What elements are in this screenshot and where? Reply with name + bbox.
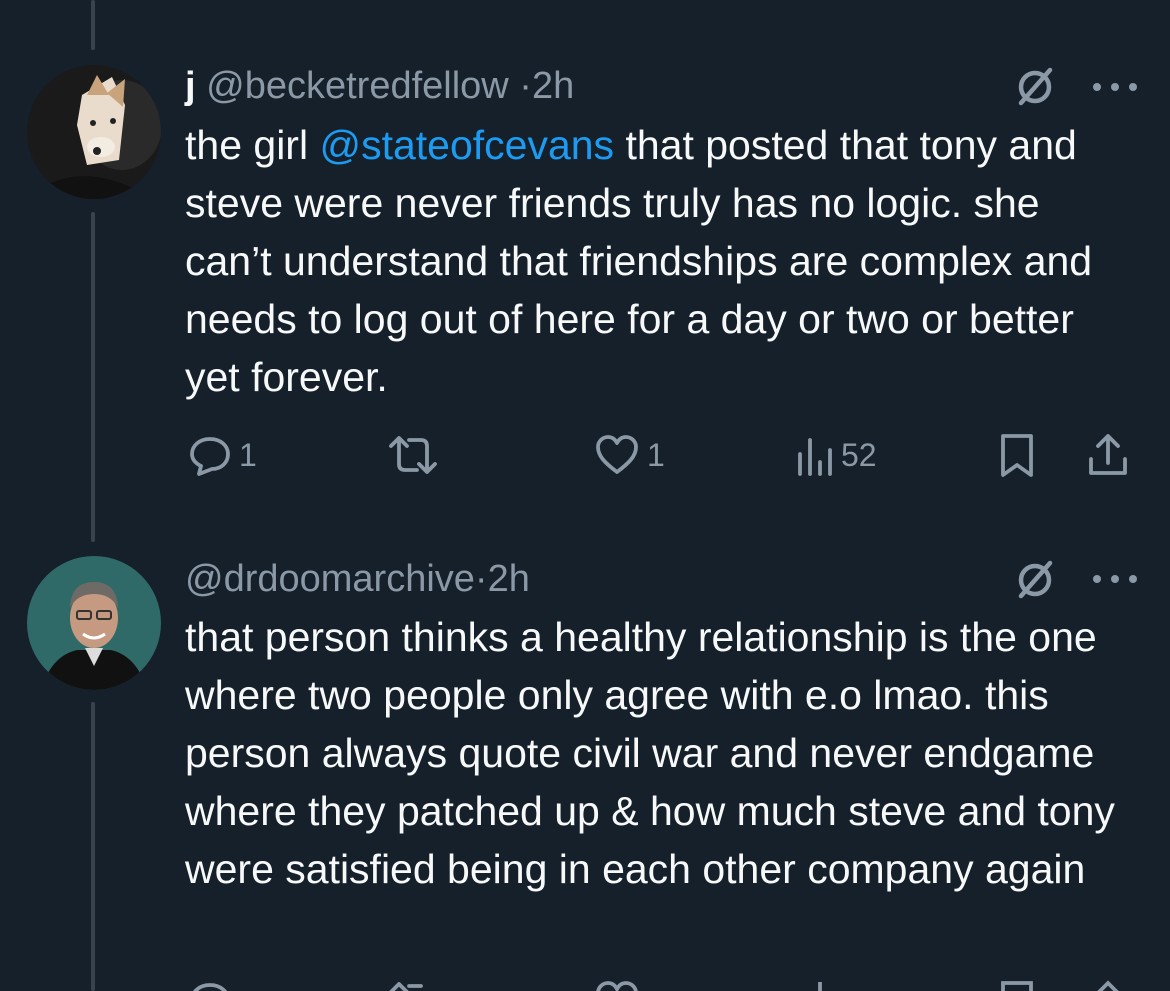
like-count: 1 [647, 436, 665, 473]
views-icon [798, 438, 832, 476]
tweet-1-header: j @becketredfellow ·2h [185, 64, 574, 108]
bookmark-icon [1001, 434, 1033, 477]
heart-icon [596, 435, 638, 474]
tweet-1-actions: 1 1 52 [185, 430, 1145, 480]
tweet-2-actions-partial [185, 978, 1145, 991]
mention-link[interactable]: @stateofcevans [319, 122, 614, 168]
retweet-icon[interactable] [387, 978, 439, 991]
retweet-icon [389, 436, 437, 474]
tweet-2-text: that person thinks a healthy relationshi… [185, 614, 1115, 892]
avatar-drdoomarchive[interactable] [27, 556, 161, 690]
reply-count: 1 [239, 436, 257, 473]
views-icon[interactable] [805, 978, 845, 991]
man-portrait-avatar-icon [27, 556, 161, 690]
avatar-becketredfellow[interactable] [27, 65, 161, 199]
tweet-text-start: the girl [185, 122, 320, 168]
timestamp[interactable]: 2h [488, 558, 530, 600]
restricted-icon[interactable] [1014, 559, 1056, 601]
reply-icon [190, 437, 230, 476]
thread-line-bottom [91, 702, 95, 991]
more-icon[interactable] [1090, 80, 1140, 94]
share-icon [1089, 434, 1127, 475]
reply-button[interactable]: 1 [187, 430, 257, 480]
author-name[interactable]: j [185, 65, 196, 107]
thread-line-middle [91, 212, 95, 542]
like-button[interactable]: 1 [593, 430, 665, 480]
share-button[interactable] [1085, 430, 1131, 480]
bookmark-button[interactable] [995, 430, 1039, 480]
reply-icon[interactable] [187, 978, 233, 991]
more-icon[interactable] [1090, 572, 1140, 586]
tweet-2-header: @drdoomarchive·2h [185, 557, 530, 601]
author-handle[interactable]: @drdoomarchive [185, 558, 475, 600]
dot-separator: · [519, 65, 532, 107]
bookmark-icon[interactable] [995, 978, 1039, 991]
tweet-1-text: the girl @stateofcevans that posted that… [185, 116, 1135, 406]
dot-separator: · [474, 558, 488, 600]
views-count: 52 [841, 436, 877, 473]
retweet-button[interactable] [387, 430, 445, 480]
author-handle[interactable]: @becketredfellow [206, 65, 509, 107]
views-button[interactable]: 52 [795, 430, 877, 480]
dog-photo-avatar-icon [27, 65, 161, 199]
timestamp[interactable]: 2h [532, 65, 574, 107]
heart-icon[interactable] [593, 978, 641, 991]
thread-line-top [91, 0, 95, 50]
restricted-icon[interactable] [1014, 66, 1056, 108]
share-icon[interactable] [1085, 978, 1131, 991]
